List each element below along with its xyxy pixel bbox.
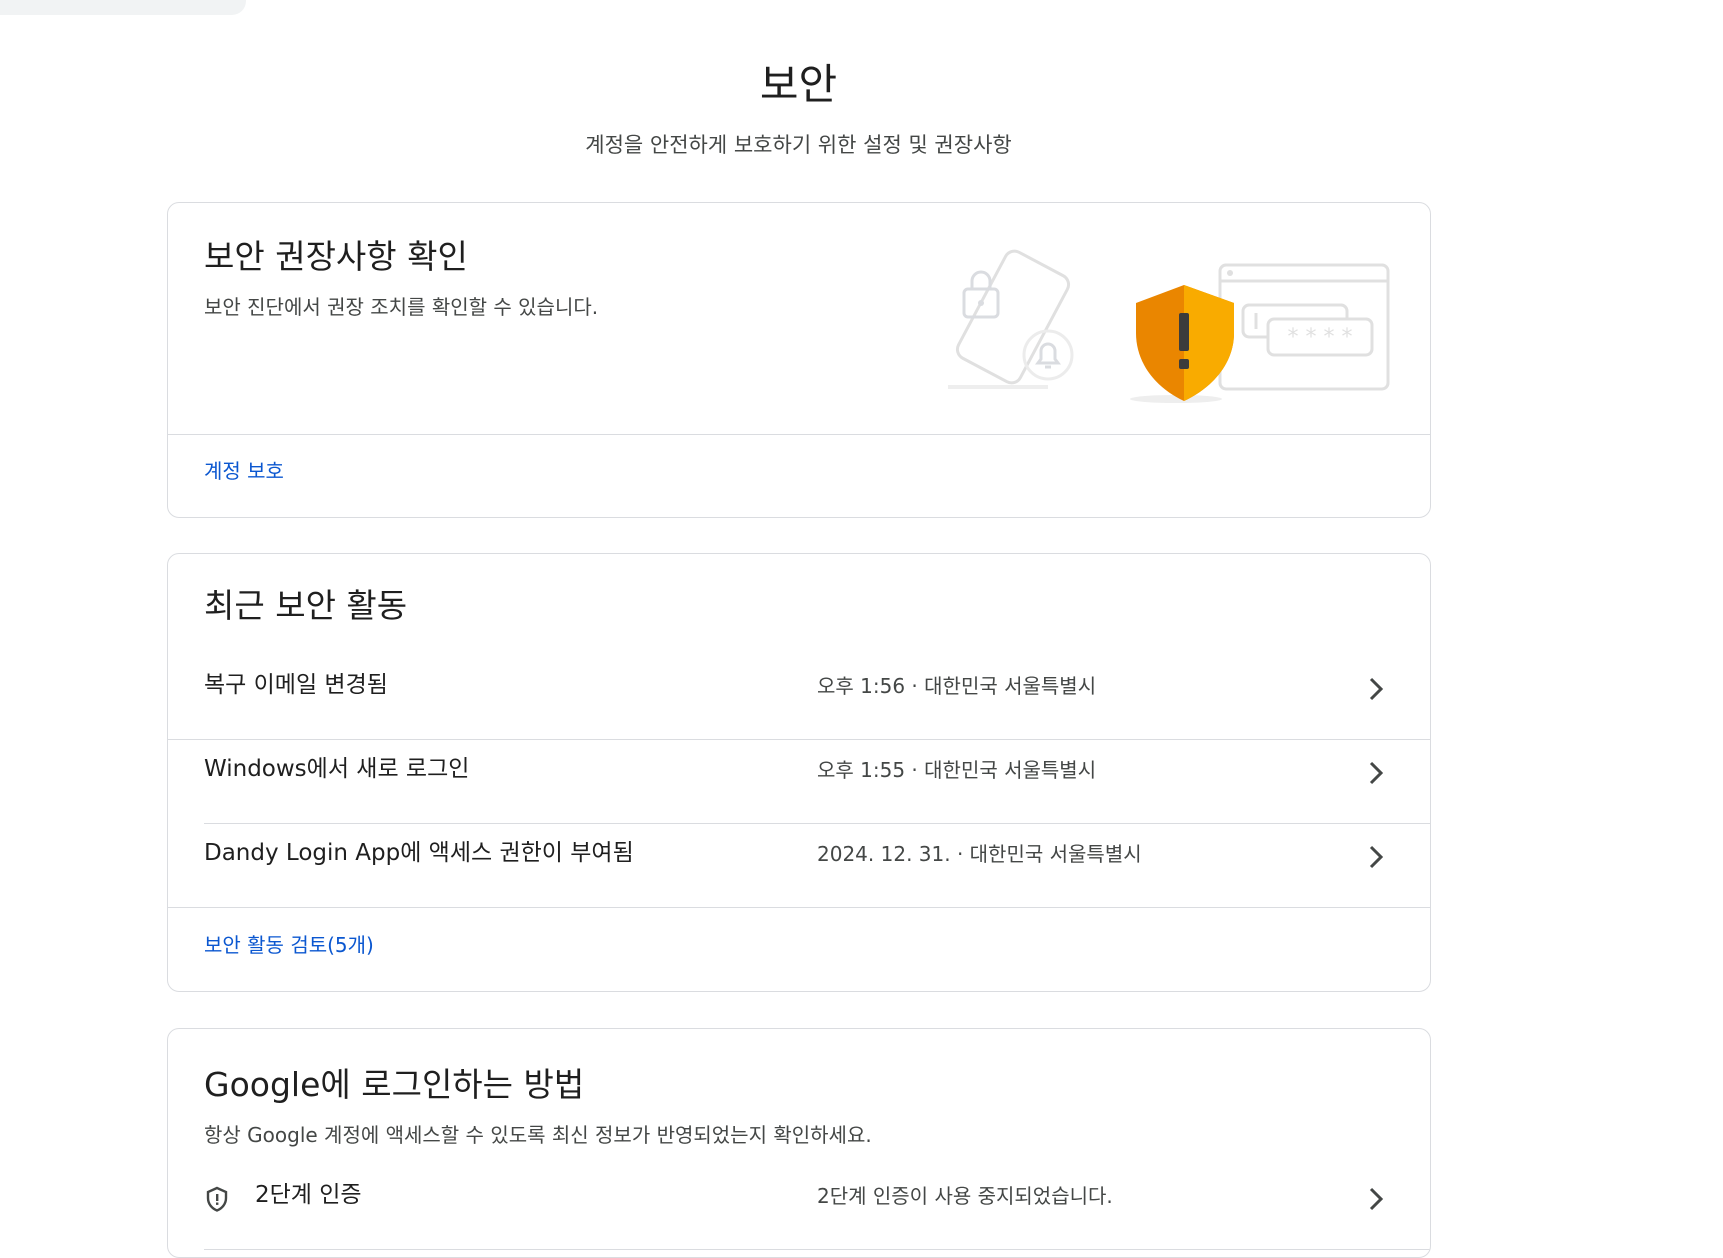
activity-row[interactable]: 복구 이메일 변경됨 오후 1:56 · 대한민국 서울특별시 — [168, 649, 1430, 731]
card-title: Google에 로그인하는 방법 — [204, 1065, 585, 1104]
card-description: 보안 진단에서 권장 조치를 확인할 수 있습니다. — [204, 295, 599, 319]
chevron-right-icon — [1369, 1187, 1384, 1211]
chevron-right-icon — [1369, 677, 1384, 701]
chevron-right-icon — [1369, 761, 1384, 785]
activity-label: Dandy Login App에 액세스 권한이 부여됨 — [204, 840, 634, 866]
two-step-verification-row[interactable]: 2단계 인증 2단계 인증이 사용 중지되었습니다. — [168, 1159, 1430, 1241]
chevron-right-icon — [1369, 845, 1384, 869]
card-description: 항상 Google 계정에 액세스할 수 있도록 최신 정보가 반영되었는지 확… — [204, 1123, 872, 1147]
activity-detail: 오후 1:55 · 대한민국 서울특별시 — [817, 758, 1097, 782]
activity-row[interactable]: Windows에서 새로 로그인 오후 1:55 · 대한민국 서울특별시 — [168, 733, 1430, 815]
phone-lock-icon — [955, 249, 1071, 385]
page-title: 보안 — [759, 60, 838, 109]
card-title: 보안 권장사항 확인 — [204, 237, 468, 276]
signin-method-label: 2단계 인증 — [255, 1182, 362, 1208]
card-title: 최근 보안 활동 — [204, 586, 408, 625]
activity-row[interactable]: Dandy Login App에 액세스 권한이 부여됨 2024. 12. 3… — [168, 817, 1430, 899]
card-divider — [168, 434, 1430, 435]
svg-text:* * * *: * * * * — [1288, 325, 1353, 350]
activity-detail: 오후 1:56 · 대한민국 서울특별시 — [817, 674, 1097, 698]
protect-account-link[interactable]: 계정 보호 — [204, 457, 284, 485]
security-checkup-illustration: * * * * — [948, 249, 1390, 403]
warning-shield-icon — [1130, 285, 1234, 403]
signin-methods-card: Google에 로그인하는 방법 항상 Google 계정에 액세스할 수 있도… — [167, 1028, 1431, 1258]
recent-security-activity-card: 최근 보안 활동 복구 이메일 변경됨 오후 1:56 · 대한민국 서울특별시… — [167, 553, 1431, 992]
signin-method-status: 2단계 인증이 사용 중지되었습니다. — [817, 1184, 1113, 1208]
card-divider — [168, 907, 1430, 908]
activity-label: Windows에서 새로 로그인 — [204, 756, 470, 782]
page-subtitle: 계정을 안전하게 보호하기 위한 설정 및 권장사항 — [585, 133, 1012, 157]
review-security-activity-link[interactable]: 보안 활동 검토(5개) — [204, 931, 374, 959]
security-recommendations-card: 보안 권장사항 확인 보안 진단에서 권장 조치를 확인할 수 있습니다. * … — [167, 202, 1431, 518]
browser-tab-strip — [0, 0, 246, 15]
activity-label: 복구 이메일 변경됨 — [204, 672, 388, 698]
activity-detail: 2024. 12. 31. · 대한민국 서울특별시 — [817, 842, 1142, 866]
shield-icon — [206, 1186, 228, 1212]
row-divider — [204, 1249, 1430, 1250]
